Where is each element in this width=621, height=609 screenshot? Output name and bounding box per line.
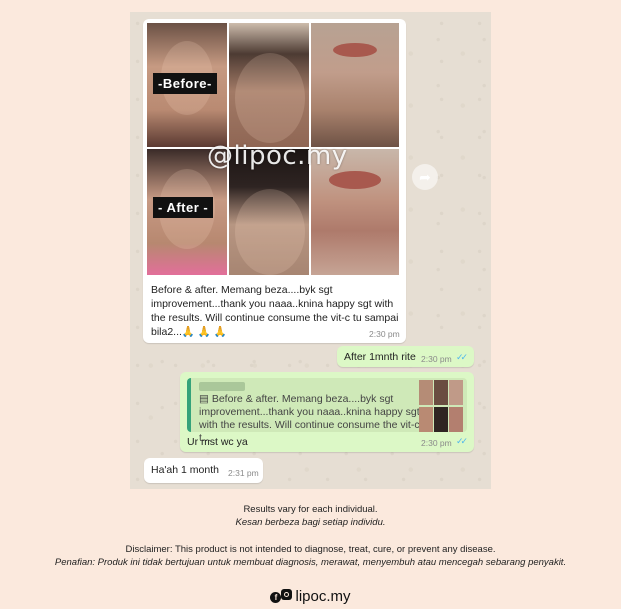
photo-grid[interactable]: -Before- - After - @lipoc.my xyxy=(147,23,401,275)
quoted-photo-thumbnail xyxy=(419,380,463,432)
brand-footer: f lipoc.my xyxy=(0,588,621,605)
outgoing-message[interactable]: After 1mnth rite 2:30 pm ✓✓ xyxy=(337,346,474,367)
before-forehead-photo xyxy=(229,23,309,147)
incoming-photo-message[interactable]: -Before- - After - @lipoc.my Before & af… xyxy=(143,19,406,343)
message-text: After 1mnth rite xyxy=(344,351,416,363)
facebook-icon: f xyxy=(270,592,282,603)
results-note: Results vary for each individual. xyxy=(243,504,378,515)
disclaimer-malay: Penafian: Produk ini tidak bertujuan unt… xyxy=(54,557,567,568)
message-time: 2:30 pm xyxy=(369,329,400,339)
quoted-sender-name xyxy=(199,382,245,391)
double-check-icon: ✓✓ xyxy=(456,352,468,362)
forward-icon[interactable]: ➦ xyxy=(412,164,438,190)
watermark: @lipoc.my xyxy=(207,141,348,171)
before-face-photo: -Before- xyxy=(147,23,227,147)
message-time: 2:30 pm xyxy=(421,354,452,364)
outgoing-reply-message[interactable]: ▤ Before & after. Memang beza....byk sgt… xyxy=(180,372,474,452)
quoted-message[interactable]: ▤ Before & after. Memang beza....byk sgt… xyxy=(187,378,467,444)
message-text: Ur mst wc ya xyxy=(187,436,248,448)
brand-handle: lipoc.my xyxy=(295,588,351,605)
message-time: 2:30 pm xyxy=(421,438,452,448)
after-label: - After - xyxy=(153,197,214,218)
message-text: Ha'ah 1 month xyxy=(151,464,219,476)
chat-screenshot: -Before- - After - @lipoc.my Before & af… xyxy=(130,12,491,489)
results-note-malay: Kesan berbeza bagi setiap individu. xyxy=(235,517,386,528)
before-chin-photo xyxy=(311,23,399,147)
instagram-icon xyxy=(281,589,293,600)
photo-caption: Before & after. Memang beza....byk sgt i… xyxy=(151,284,399,338)
disclaimer: Disclaimer: This product is not intended… xyxy=(125,544,496,555)
double-check-icon: ✓✓ xyxy=(456,436,468,446)
message-time: 2:31 pm xyxy=(228,468,259,478)
incoming-message[interactable]: Ha'ah 1 month 2:31 pm xyxy=(144,458,263,483)
before-label: -Before- xyxy=(153,73,217,94)
